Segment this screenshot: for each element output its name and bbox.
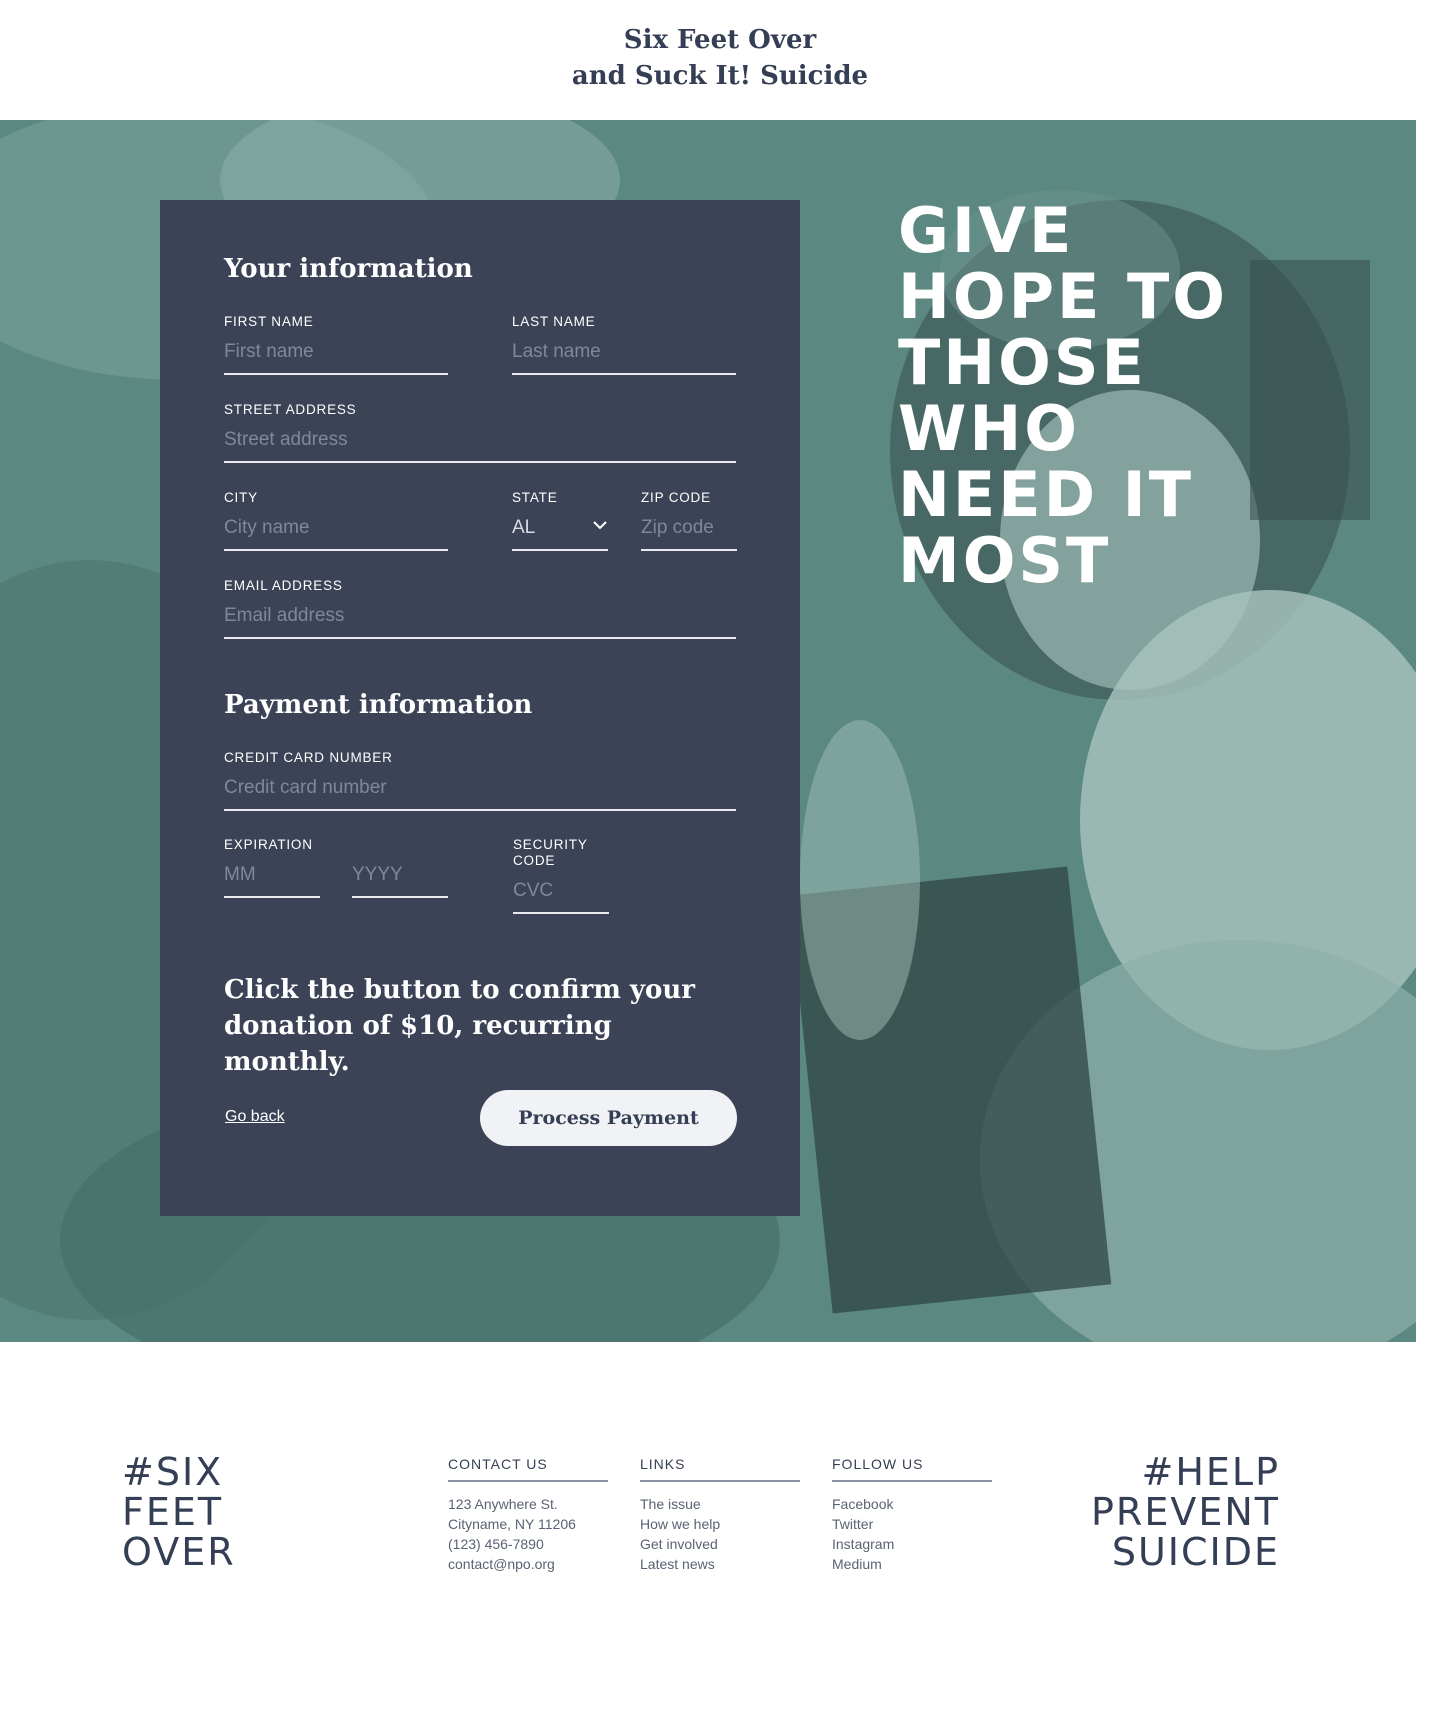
footer-follow-column: FOLLOW US Facebook Twitter Instagram Med… xyxy=(832,1456,992,1574)
credit-card-number-label: CREDIT CARD NUMBER xyxy=(224,750,393,765)
hashtag-line: #HELP xyxy=(1141,1450,1280,1494)
street-address-input[interactable] xyxy=(224,427,736,463)
contact-us-heading: CONTACT US xyxy=(448,1456,608,1482)
state-field: STATE AL xyxy=(512,490,608,551)
footer-hashtag-six-feet-over: #SIX FEET OVER xyxy=(122,1452,236,1572)
expiration-field: EXPIRATION xyxy=(224,837,448,898)
link-get-involved[interactable]: Get involved xyxy=(640,1536,718,1552)
state-label: STATE xyxy=(512,490,558,505)
city-field: CITY xyxy=(224,490,448,551)
expiration-label: EXPIRATION xyxy=(224,837,313,852)
security-code-label: SECURITY CODE xyxy=(513,837,588,868)
hashtag-line: #SIX xyxy=(122,1450,224,1494)
link-how-we-help[interactable]: How we help xyxy=(640,1516,720,1532)
first-name-field: FIRST NAME xyxy=(224,314,448,375)
process-payment-button[interactable]: Process Payment xyxy=(480,1090,737,1146)
contact-phone[interactable]: (123) 456-7890 xyxy=(448,1534,608,1554)
last-name-field: LAST NAME xyxy=(512,314,736,375)
last-name-label: LAST NAME xyxy=(512,314,596,329)
state-select-value: AL xyxy=(512,517,536,538)
zip-code-input[interactable] xyxy=(641,515,737,551)
tagline-line: NEED IT xyxy=(898,458,1195,531)
hashtag-line: SUICIDE xyxy=(1111,1530,1280,1574)
your-information-heading: Your information xyxy=(224,254,473,284)
contact-address-line: 123 Anywhere St. xyxy=(448,1496,558,1512)
links-heading: LINKS xyxy=(640,1456,800,1482)
link-instagram[interactable]: Instagram xyxy=(832,1536,894,1552)
credit-card-number-input[interactable] xyxy=(224,775,736,811)
street-address-label: STREET ADDRESS xyxy=(224,402,357,417)
contact-email[interactable]: contact@npo.org xyxy=(448,1554,608,1574)
hashtag-line: FEET xyxy=(122,1490,224,1534)
footer-contact-column: CONTACT US 123 Anywhere St. Cityname, NY… xyxy=(448,1456,608,1574)
credit-card-number-field: CREDIT CARD NUMBER xyxy=(224,750,736,811)
donation-confirmation-text: Click the button to confirm your donatio… xyxy=(224,975,695,1077)
tagline-line: HOPE TO xyxy=(898,260,1228,333)
contact-city-line: Cityname, NY 11206 xyxy=(448,1516,576,1532)
city-label: CITY xyxy=(224,490,258,505)
email-address-label: EMAIL ADDRESS xyxy=(224,578,343,593)
first-name-label: FIRST NAME xyxy=(224,314,314,329)
link-medium[interactable]: Medium xyxy=(832,1556,882,1572)
tagline-line: WHO xyxy=(898,392,1080,465)
go-back-link[interactable]: Go back xyxy=(225,1108,285,1126)
expiration-month-input[interactable] xyxy=(224,862,320,898)
payment-information-heading: Payment information xyxy=(224,690,533,720)
site-title[interactable]: Six Feet Over and Suck It! Suicide xyxy=(0,22,1440,94)
city-input[interactable] xyxy=(224,515,448,551)
security-code-field: SECURITY CODE xyxy=(513,837,609,914)
site-header: Six Feet Over and Suck It! Suicide xyxy=(0,0,1440,120)
link-twitter[interactable]: Twitter xyxy=(832,1516,873,1532)
footer-links-column: LINKS The issue How we help Get involved… xyxy=(640,1456,800,1574)
link-the-issue[interactable]: The issue xyxy=(640,1496,701,1512)
footer-hashtag-help-prevent-suicide: #HELP PREVENT SUICIDE xyxy=(1091,1452,1280,1572)
donation-form: Your information FIRST NAME LAST NAME ST… xyxy=(160,200,800,1216)
hero-tagline: GIVE HOPE TO THOSE WHO NEED IT MOST xyxy=(898,198,1318,594)
expiration-year-input[interactable] xyxy=(352,862,448,898)
hero-section: Your information FIRST NAME LAST NAME ST… xyxy=(0,120,1440,1342)
street-address-field: STREET ADDRESS xyxy=(224,402,736,463)
security-code-input[interactable] xyxy=(513,878,609,914)
hashtag-line: PREVENT xyxy=(1091,1490,1280,1534)
email-address-field: EMAIL ADDRESS xyxy=(224,578,736,639)
zip-code-field: ZIP CODE xyxy=(641,490,737,551)
site-title-line2: and Suck It! Suicide xyxy=(571,61,869,91)
chevron-down-icon xyxy=(593,521,607,530)
link-facebook[interactable]: Facebook xyxy=(832,1496,893,1512)
page-edge xyxy=(1416,120,1440,1342)
follow-us-heading: FOLLOW US xyxy=(832,1456,992,1482)
hashtag-line: OVER xyxy=(122,1530,236,1574)
first-name-input[interactable] xyxy=(224,339,448,375)
last-name-input[interactable] xyxy=(512,339,736,375)
site-footer: #SIX FEET OVER CONTACT US 123 Anywhere S… xyxy=(0,1342,1440,1713)
tagline-line: THOSE xyxy=(898,326,1147,399)
tagline-line: MOST xyxy=(898,524,1112,597)
link-latest-news[interactable]: Latest news xyxy=(640,1556,715,1572)
email-address-input[interactable] xyxy=(224,603,736,639)
zip-code-label: ZIP CODE xyxy=(641,490,711,505)
state-select[interactable]: AL xyxy=(512,515,608,551)
site-title-line1: Six Feet Over xyxy=(623,25,817,55)
tagline-line: GIVE xyxy=(898,194,1075,267)
